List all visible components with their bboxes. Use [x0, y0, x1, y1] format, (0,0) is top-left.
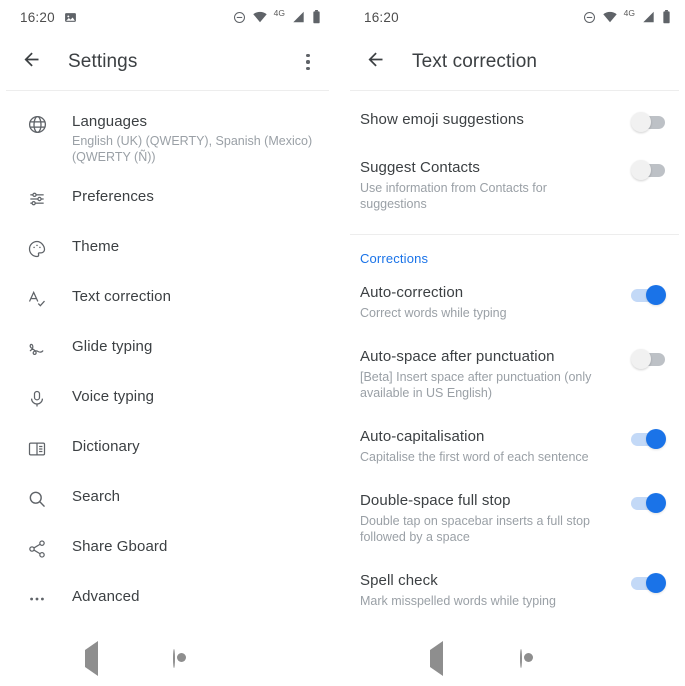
sidebar-item-label: Text correction	[72, 288, 172, 305]
sidebar-item-search[interactable]: Search	[0, 476, 335, 526]
option-label: Show emoji suggestions	[360, 111, 524, 128]
wifi-icon	[602, 11, 617, 23]
right-navigation-bar	[344, 632, 685, 686]
right-app-bar: Text correction	[344, 34, 685, 90]
status-left-icons	[64, 11, 77, 24]
globe-icon	[22, 112, 52, 135]
battery-icon	[312, 10, 321, 24]
gesture-icon	[22, 337, 52, 359]
left-status-bar: 16:20 4G	[0, 0, 335, 34]
toggle-switch-auto-capitalisation[interactable]	[631, 429, 666, 449]
option-description: Capitalise the first word of each senten…	[360, 450, 589, 464]
option-auto-space-after-punctuation[interactable]: Auto-space after punctuation [Beta] Inse…	[344, 334, 685, 414]
image-icon	[64, 11, 77, 24]
option-double-space-full-stop[interactable]: Double-space full stop Double tap on spa…	[344, 478, 685, 558]
sidebar-item-dictionary[interactable]: Dictionary	[0, 426, 335, 476]
sidebar-item-glide-typing[interactable]: Glide typing	[0, 326, 335, 376]
sidebar-item-share-gboard[interactable]: Share Gboard	[0, 526, 335, 576]
right-status-bar: 16:20 4G	[344, 0, 685, 34]
sidebar-item-label: Theme	[72, 238, 120, 255]
sidebar-item-label: Share Gboard	[72, 538, 168, 555]
toggle-switch-spell-check[interactable]	[631, 573, 666, 593]
signal-icon	[292, 11, 305, 23]
dictionary-icon	[22, 437, 52, 459]
status-right-icons: 4G	[583, 8, 671, 24]
network-type-label: 4G	[273, 8, 285, 18]
toggle-switch-show-emoji-suggestions[interactable]	[631, 112, 665, 132]
left-screen-settings: 16:20 4G Settings Languages English (UK)…	[0, 0, 335, 686]
sidebar-item-label: Languages	[72, 113, 148, 130]
sidebar-item-voice-typing[interactable]: Voice typing	[0, 376, 335, 426]
option-description: [Beta] Insert space after punctuation (o…	[360, 370, 592, 400]
sidebar-item-label: Voice typing	[72, 388, 155, 405]
option-spell-check[interactable]: Spell check Mark misspelled words while …	[344, 558, 685, 622]
sidebar-item-label: Search	[72, 488, 121, 505]
share-icon	[22, 537, 52, 559]
do-not-disturb-icon	[583, 11, 596, 24]
toggle-switch-double-space-full-stop[interactable]	[631, 493, 666, 513]
option-show-emoji-suggestions[interactable]: Show emoji suggestions	[344, 97, 685, 145]
sidebar-item-advanced[interactable]: Advanced	[0, 576, 335, 626]
status-clock: 16:20	[364, 9, 399, 25]
option-label: Auto-space after punctuation	[360, 348, 555, 365]
option-auto-capitalisation[interactable]: Auto-capitalisation Capitalise the first…	[344, 414, 685, 478]
sidebar-item-languages[interactable]: Languages English (UK) (QWERTY), Spanish…	[0, 101, 335, 176]
signal-icon	[642, 11, 655, 23]
status-clock: 16:20	[20, 9, 55, 25]
network-type-label: 4G	[623, 8, 635, 18]
left-navigation-bar	[0, 632, 335, 686]
option-label: Spell check	[360, 572, 438, 589]
option-label: Double-space full stop	[360, 492, 511, 509]
more-horiz-icon	[22, 587, 52, 609]
left-app-bar: Settings	[0, 34, 335, 90]
option-description: Correct words while typing	[360, 306, 507, 320]
option-label: Auto-correction	[360, 284, 464, 301]
status-right-icons: 4G	[233, 8, 321, 24]
back-button[interactable]	[18, 49, 44, 75]
sidebar-item-label: Dictionary	[72, 438, 140, 455]
text-correction-options: Show emoji suggestions Suggest Contacts …	[344, 91, 685, 622]
arrow-back-icon	[21, 49, 42, 75]
search-icon	[22, 487, 52, 509]
sidebar-item-preferences[interactable]: Preferences	[0, 176, 335, 226]
tune-icon	[22, 187, 52, 209]
back-button[interactable]	[362, 49, 388, 75]
wifi-icon	[252, 11, 267, 23]
screen-separator	[335, 0, 344, 686]
battery-icon	[662, 10, 671, 24]
option-description: Double tap on spacebar inserts a full st…	[360, 514, 590, 544]
more-vert-icon	[306, 53, 310, 58]
overflow-menu-button[interactable]	[295, 47, 321, 77]
sidebar-item-subtitle: English (UK) (QWERTY), Spanish (Mexico) …	[72, 134, 313, 164]
option-auto-correction[interactable]: Auto-correction Correct words while typi…	[344, 270, 685, 334]
option-label: Auto-capitalisation	[360, 428, 485, 445]
dual-screenshot-container: 16:20 4G Settings Languages English (UK)…	[0, 0, 685, 686]
sidebar-item-label: Glide typing	[72, 338, 153, 355]
section-header-corrections: Corrections	[360, 251, 429, 266]
toggle-switch-auto-space-after-punctuation[interactable]	[631, 349, 665, 369]
sidebar-item-label: Preferences	[72, 188, 154, 205]
option-label: Suggest Contacts	[360, 159, 481, 176]
arrow-back-icon	[365, 49, 386, 75]
sidebar-item-theme[interactable]: Theme	[0, 226, 335, 276]
spellcheck-icon	[22, 287, 52, 309]
microphone-icon	[22, 387, 52, 409]
toggle-switch-suggest-contacts[interactable]	[631, 160, 665, 180]
sidebar-item-text-correction[interactable]: Text correction	[0, 276, 335, 326]
do-not-disturb-icon	[233, 11, 246, 24]
toggle-switch-auto-correction[interactable]	[631, 285, 666, 305]
option-suggest-contacts[interactable]: Suggest Contacts Use information from Co…	[344, 145, 685, 225]
page-title: Settings	[68, 51, 138, 72]
settings-list: Languages English (UK) (QWERTY), Spanish…	[0, 91, 335, 638]
sidebar-item-label: Advanced	[72, 588, 140, 605]
page-title: Text correction	[412, 51, 538, 72]
palette-icon	[22, 237, 52, 259]
right-screen-text-correction: 16:20 4G Text correction Show emoji sugg…	[344, 0, 685, 686]
option-description: Use information from Contacts for sugges…	[360, 181, 547, 211]
option-description: Mark misspelled words while typing	[360, 594, 556, 608]
